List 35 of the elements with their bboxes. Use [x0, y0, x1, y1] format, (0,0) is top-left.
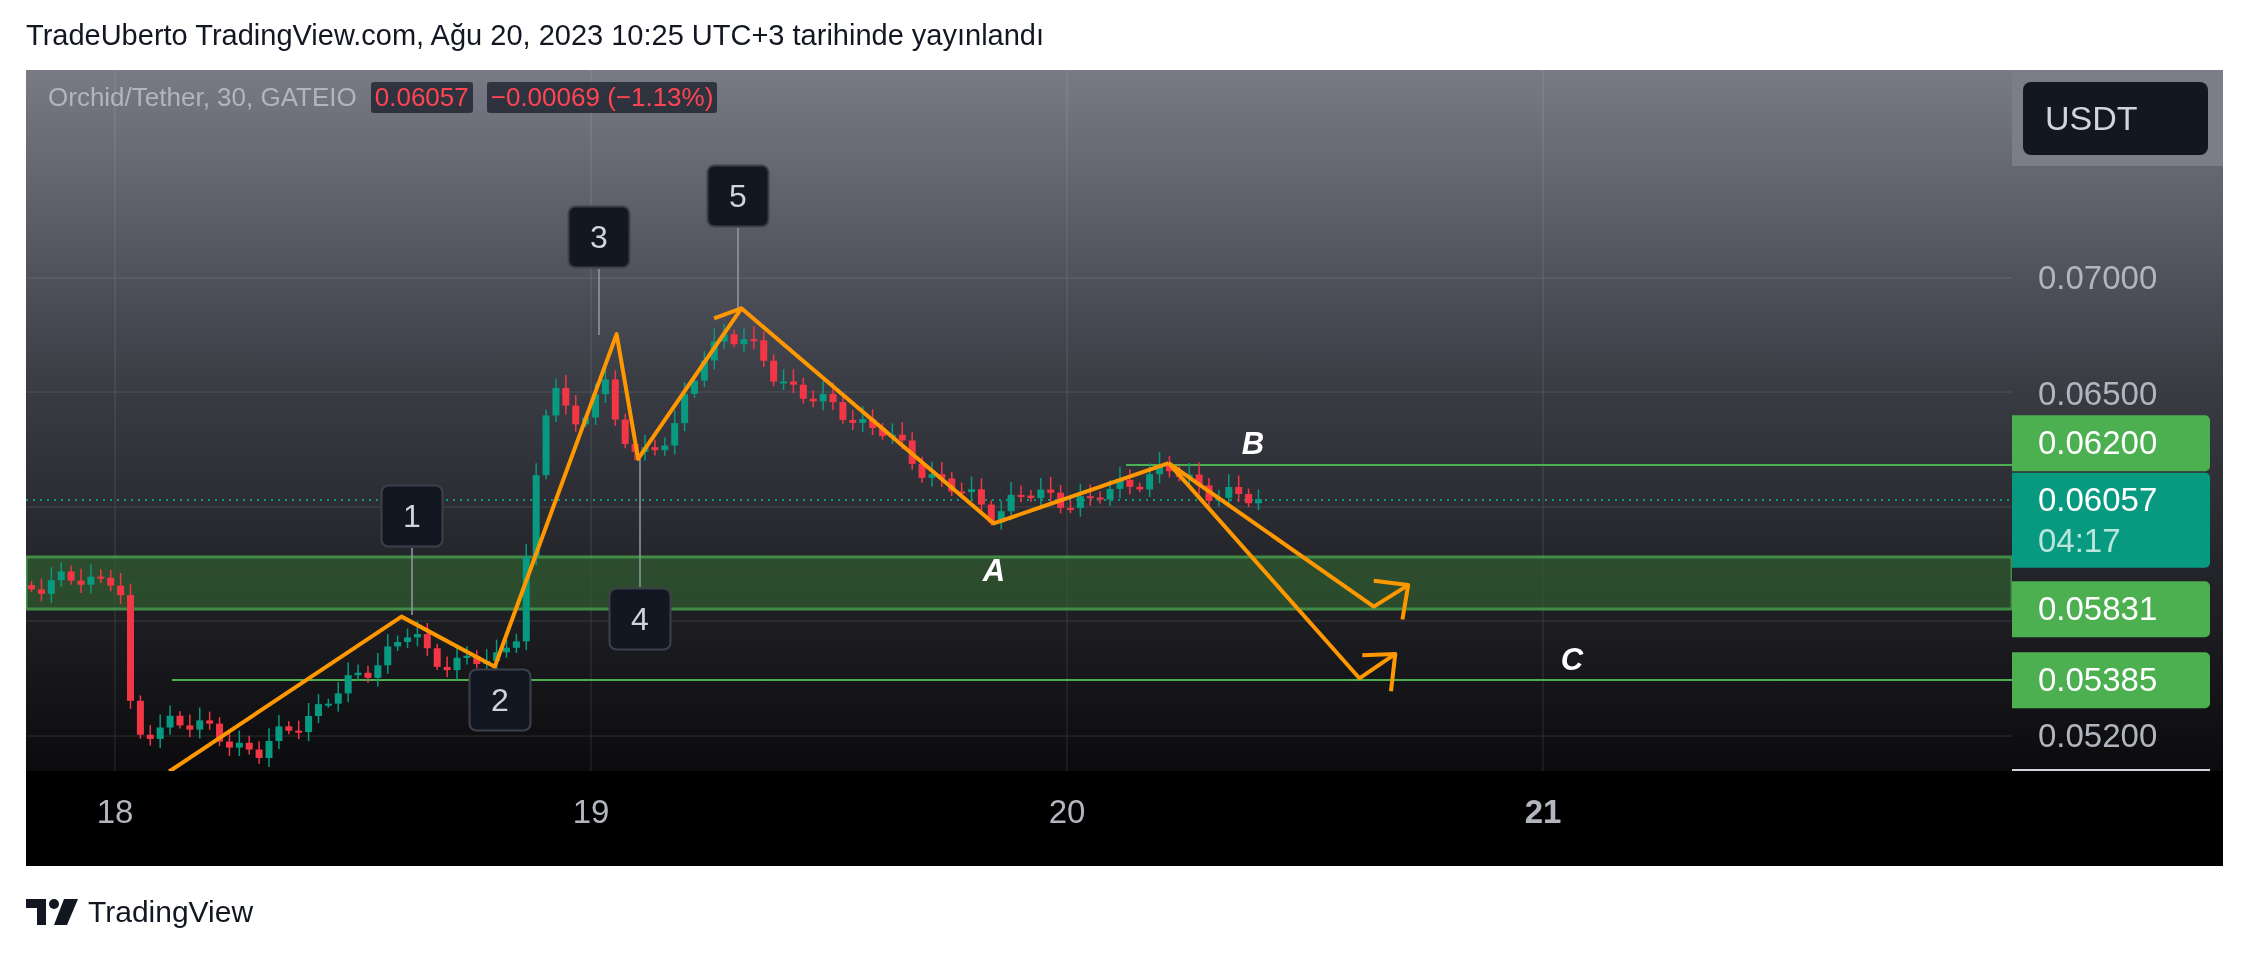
wave-label[interactable]: 1	[380, 484, 444, 548]
price-badge: 0.05831	[2012, 581, 2210, 637]
brand-name[interactable]: TradingView	[88, 895, 254, 929]
price-label: 0.05200	[2037, 716, 2159, 756]
logo-icon[interactable]	[26, 899, 78, 925]
date-label: 21	[1524, 793, 1562, 831]
price-badge: 0.05385	[2012, 652, 2210, 708]
price-change: −0.00069 (−1.13%)	[486, 82, 718, 113]
date-label: 18	[96, 793, 134, 831]
wave-line[interactable]	[713, 306, 743, 321]
price-scale[interactable]: USDT 0.07000 0.06500 0.06200 0.06057 04:17 0.05831 0.05385 0.05200	[2012, 70, 2223, 771]
price-label: 0.06500	[2037, 374, 2159, 414]
wave-label[interactable]: 5	[706, 164, 770, 228]
wave-line[interactable]	[168, 306, 1170, 771]
date-label: 19	[572, 793, 610, 831]
wave-label[interactable]: 4	[608, 587, 672, 651]
arrow[interactable]	[1167, 461, 1398, 692]
wave-label[interactable]: B	[1241, 426, 1265, 462]
date-label: 20	[1048, 793, 1086, 831]
currency-button[interactable]: USDT	[2023, 82, 2208, 155]
last-price: 0.06057	[370, 82, 473, 113]
wave-label[interactable]: 2	[468, 668, 532, 732]
leader-line	[411, 547, 413, 616]
price-badge: 0.06200	[2012, 415, 2210, 471]
publish-info: TradeUberto TradingView.com, Ağu 20, 2023 10:25 UTC+3 tarihinde yayınlandı	[26, 18, 1045, 52]
wave-label[interactable]: 3	[567, 205, 631, 269]
chart-pane[interactable]: 1 2 3 4 5 A B C Orchid/Tether, 30, GATEIO 0.06057 −0.00069 (−1.13%)	[26, 70, 2012, 771]
countdown: 04:17	[2038, 521, 2122, 561]
leader-line	[598, 268, 600, 336]
wave-label[interactable]: A	[982, 553, 1006, 589]
symbol-info: Orchid/Tether, 30, GATEIO	[48, 82, 357, 113]
price-label: 0.07000	[2037, 258, 2159, 298]
current-price: 0.06057	[2038, 479, 2159, 520]
wave-label[interactable]: C	[1560, 642, 1584, 678]
level-line[interactable]	[171, 679, 2012, 681]
